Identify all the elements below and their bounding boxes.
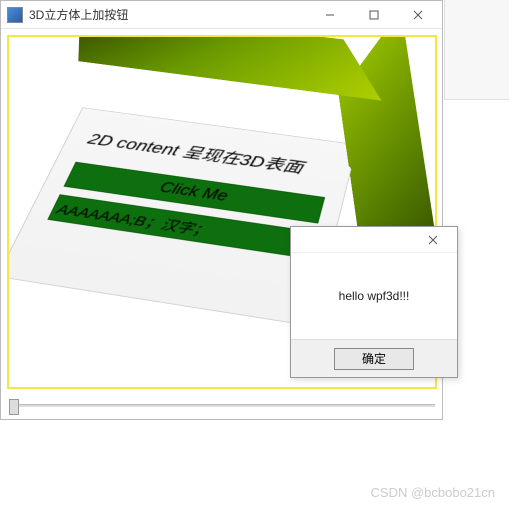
message-dialog: hello wpf3d!!! 确定 (290, 226, 458, 378)
window-title: 3D立方体上加按钮 (29, 6, 308, 23)
app-icon (7, 7, 23, 23)
side-panel (444, 0, 509, 100)
dialog-close-button[interactable] (413, 230, 453, 250)
watermark: CSDN @bcbobo21cn (371, 485, 495, 500)
close-button[interactable] (396, 3, 440, 27)
slider-thumb[interactable] (9, 399, 19, 415)
minimize-button[interactable] (308, 3, 352, 27)
dialog-footer: 确定 (291, 339, 457, 377)
cube-top-face (78, 35, 381, 101)
titlebar: 3D立方体上加按钮 (1, 1, 442, 29)
window-controls (308, 3, 440, 27)
dialog-message: hello wpf3d!!! (291, 253, 457, 339)
slider-rail (9, 404, 435, 407)
slider[interactable] (9, 398, 435, 412)
dialog-titlebar (291, 227, 457, 253)
dialog-ok-button[interactable]: 确定 (334, 348, 414, 370)
maximize-button[interactable] (352, 3, 396, 27)
